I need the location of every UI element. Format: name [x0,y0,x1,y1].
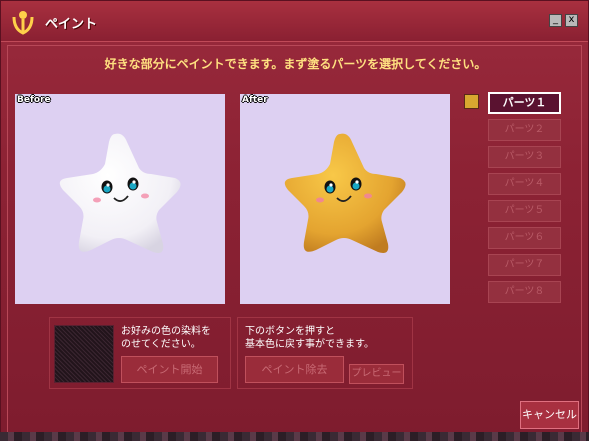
dye-slot[interactable] [54,325,114,383]
star-character-before [59,133,181,253]
minimize-button[interactable]: _ [549,14,562,27]
part-button-5[interactable]: パーツ５ [488,200,561,222]
part-button-7[interactable]: パーツ７ [488,254,561,276]
paint-instruction-line1: お好みの色の染料を [121,326,211,337]
before-preview-panel: Before [15,94,225,304]
instruction-text: 好きな部分にペイントできます。まず塗るパーツを選択してください。 [104,57,487,71]
star-character-after [284,133,406,253]
part-button-3[interactable]: パーツ３ [488,146,561,168]
star-body-after [284,133,406,253]
paint-dialog: ペイント _ x 好きな部分にペイントできます。まず塗るパーツを選択してください… [0,0,589,441]
after-preview-panel: After [240,94,450,304]
remove-instruction-line1: 下のボタンを押すと [245,326,335,337]
title-bar[interactable]: ペイント _ x [1,1,588,42]
remove-instruction-line2: 基本色に戻す事ができます。 [245,339,374,350]
start-paint-button[interactable]: ペイント開始 [121,356,218,383]
part-button-6[interactable]: パーツ６ [488,227,561,249]
before-label: Before [17,95,51,105]
star-body-before [59,133,181,253]
selected-color-swatch[interactable] [464,94,479,109]
preview-button[interactable]: プレビュー [349,364,404,384]
part-button-4[interactable]: パーツ４ [488,173,561,195]
after-label: After [242,95,268,105]
part-button-2[interactable]: パーツ２ [488,119,561,141]
part-button-1[interactable]: パーツ１ [488,92,561,114]
part-button-8[interactable]: パーツ８ [488,281,561,303]
close-button[interactable]: x [565,14,578,27]
cancel-button[interactable]: キャンセル [520,401,579,429]
remove-paint-button[interactable]: ペイント除去 [245,356,344,383]
background-strip [0,432,589,441]
paint-instruction-line2: のせてください。 [121,339,201,350]
window-title: ペイント [45,17,98,32]
paint-brush-icon [12,11,34,35]
